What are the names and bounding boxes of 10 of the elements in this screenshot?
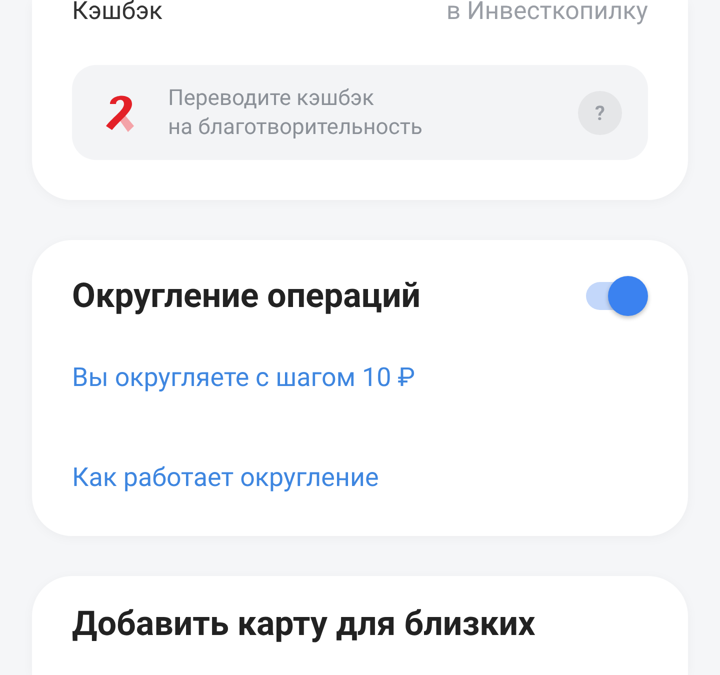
rounding-link[interactable]: Вы округляете с шагом 10 ₽ <box>72 360 415 396</box>
charity-banner[interactable]: Переводите кэшбэк на благотворительность ? <box>72 65 648 160</box>
rounding-link[interactable]: Как работает округление <box>72 460 379 496</box>
rounding-toggle[interactable] <box>586 276 648 316</box>
rounding-title: Округление операций <box>72 275 421 318</box>
charity-text: Переводите кэшбэк на благотворительность <box>168 84 424 142</box>
help-button[interactable]: ? <box>578 90 622 134</box>
cashback-label: Кэшбэк <box>72 0 163 24</box>
cashback-destination[interactable]: в Инвесткопилку <box>446 0 648 24</box>
family-card-title: Добавить карту для близких <box>72 606 536 642</box>
